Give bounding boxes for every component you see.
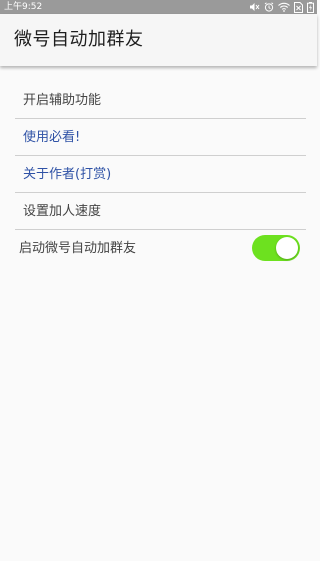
app-title: 微号自动加群友 [14,29,144,50]
menu-item-label: 关于作者(打赏) [23,167,112,182]
menu-item-enable-accessibility[interactable]: 开启辅助功能 [15,82,306,119]
auto-add-toggle-label: 启动微号自动加群友 [19,241,137,256]
menu-item-label: 设置加人速度 [23,204,102,219]
auto-add-switch[interactable] [252,235,300,261]
menu-item-must-read[interactable]: 使用必看! [15,119,306,156]
menu-item-add-speed[interactable]: 设置加人速度 [15,193,306,230]
menu-item-about-author[interactable]: 关于作者(打赏) [15,156,306,193]
battery-charging-icon [307,0,314,14]
mute-icon [249,0,260,14]
status-icons [249,0,314,14]
menu-item-label: 开启辅助功能 [23,93,102,108]
switch-knob [276,237,298,259]
sim-none-icon [294,0,303,14]
alarm-icon [264,0,274,14]
status-bar: 上午9:52 [0,0,317,14]
wifi-icon [278,0,290,14]
status-time: 上午9:52 [4,2,43,12]
app-bar: 微号自动加群友 [0,14,317,66]
auto-add-toggle-row: 启动微号自动加群友 [0,230,317,267]
menu-item-label: 使用必看! [23,130,81,145]
